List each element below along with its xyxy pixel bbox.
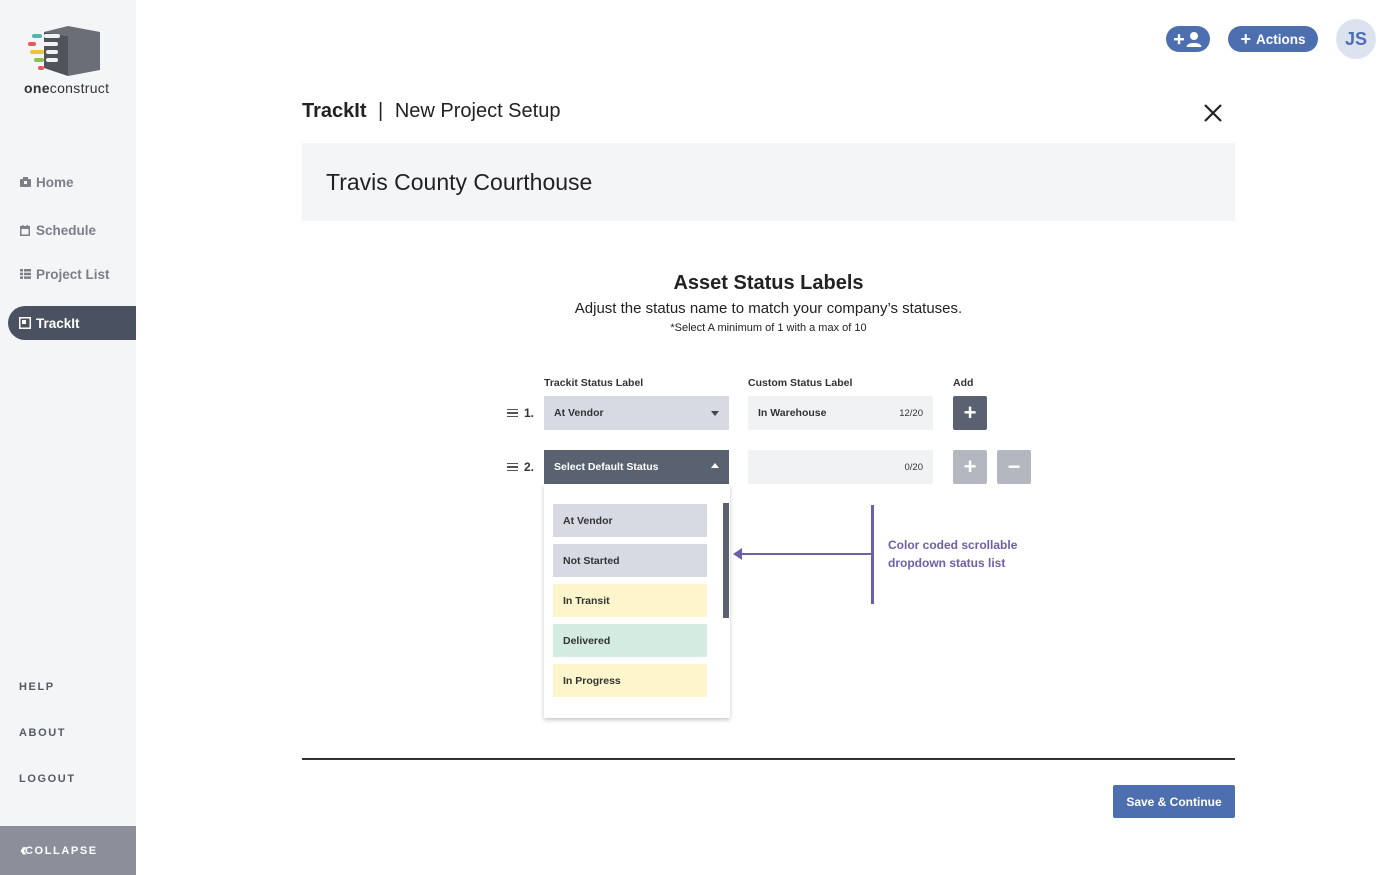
project-banner: Travis County Courthouse: [302, 143, 1235, 221]
title-separator: |: [378, 100, 384, 122]
caret-up-icon: [711, 463, 719, 468]
caret-down-icon: [711, 411, 719, 416]
collapse-button[interactable]: ‹‹ COLLAPSE: [0, 826, 136, 875]
dropdown-option-in-progress[interactable]: In Progress: [553, 664, 707, 697]
app-root: oneconstruct Home Schedule Project List …: [0, 0, 1400, 875]
sidebar-item-trackit[interactable]: TrackIt: [8, 306, 136, 340]
custom-status-input-1[interactable]: In Warehouse 12/20: [748, 396, 933, 430]
row-2-drag-handle[interactable]: 2.: [507, 460, 534, 474]
row-number: 2.: [524, 460, 535, 474]
sidebar-item-label: TrackIt: [36, 315, 80, 331]
logo-text-rest: construct: [49, 80, 110, 96]
logo-text-bold: one: [24, 80, 50, 96]
custom-status-input-2[interactable]: 0/20: [748, 450, 933, 484]
annotation-line: [740, 553, 872, 555]
sidebar-item-label: Home: [36, 174, 74, 190]
close-button[interactable]: [1200, 100, 1226, 126]
dropdown-option-delivered[interactable]: Delivered: [553, 624, 707, 657]
sidebar-item-label: Project List: [36, 266, 110, 282]
logo-text: oneconstruct: [24, 80, 116, 96]
page-title: TrackIt | New Project Setup: [302, 100, 560, 123]
avatar[interactable]: JS: [1336, 19, 1376, 59]
trackit-label-header: Trackit Status Label: [544, 377, 644, 389]
add-user-button[interactable]: [1166, 26, 1210, 52]
sidebar: oneconstruct Home Schedule Project List …: [0, 0, 136, 875]
sidebar-item-label: Schedule: [36, 222, 97, 238]
app-name: TrackIt: [302, 100, 367, 122]
row-1-drag-handle[interactable]: 1.: [507, 406, 534, 420]
list-icon: [19, 268, 31, 280]
actions-label: Actions: [1256, 31, 1306, 47]
custom-label-header: Custom Status Label: [748, 377, 853, 389]
annotation-text: Color coded scrollable dropdown status l…: [888, 536, 1038, 572]
add-row-button[interactable]: +: [953, 450, 987, 484]
section-title: Asset Status Labels: [673, 272, 864, 294]
trackit-icon: [19, 317, 31, 329]
project-name: Travis County Courthouse: [326, 168, 593, 195]
add-row-button[interactable]: +: [953, 396, 987, 430]
logo-mark-icon: [28, 26, 100, 76]
sidebar-item-home[interactable]: Home: [8, 165, 136, 199]
status-dropdown-list[interactable]: At Vendor Not Started In Transit Deliver…: [544, 484, 730, 718]
annotation-line-1: Color coded scrollable: [888, 538, 1018, 552]
logout-link[interactable]: LOGOUT: [19, 773, 76, 785]
dropdown-option-in-transit[interactable]: In Transit: [553, 584, 707, 617]
remove-row-button[interactable]: −: [997, 450, 1031, 484]
drag-handle-icon: [507, 407, 518, 420]
custom-status-value: In Warehouse: [758, 407, 827, 419]
status-select-value: Select Default Status: [554, 461, 659, 473]
save-continue-button[interactable]: Save & Continue: [1113, 785, 1235, 818]
plus-icon: +: [963, 454, 977, 479]
about-link[interactable]: ABOUT: [19, 727, 66, 739]
drag-handle-icon: [507, 461, 518, 474]
plus-icon: +: [963, 400, 977, 425]
minus-icon: −: [1007, 454, 1021, 479]
actions-button[interactable]: + Actions: [1228, 26, 1318, 52]
status-select-value: At Vendor: [554, 407, 604, 419]
section-subtitle: Adjust the status name to match your com…: [574, 300, 963, 317]
help-link[interactable]: HELP: [19, 681, 55, 693]
row-number: 1.: [524, 406, 535, 420]
sidebar-item-project-list[interactable]: Project List: [8, 257, 136, 291]
plus-icon: +: [1240, 29, 1251, 49]
collapse-label: COLLAPSE: [25, 844, 98, 857]
annotation-line-2: dropdown status list: [888, 556, 1006, 570]
page-name: New Project Setup: [394, 100, 561, 122]
calendar-icon: [19, 224, 31, 236]
footer-divider: [302, 758, 1235, 760]
dropdown-scrollbar[interactable]: [723, 503, 729, 618]
sidebar-item-schedule[interactable]: Schedule: [8, 213, 136, 247]
add-header: Add: [953, 377, 974, 389]
status-select-1[interactable]: At Vendor: [544, 396, 729, 430]
dropdown-option-at-vendor[interactable]: At Vendor: [553, 504, 707, 537]
dropdown-option-not-started[interactable]: Not Started: [553, 544, 707, 577]
char-count: 0/20: [904, 461, 924, 473]
section-note: *Select A minimum of 1 with a max of 10: [670, 322, 867, 334]
status-select-2[interactable]: Select Default Status: [544, 450, 729, 484]
add-user-icon: [1174, 32, 1202, 47]
double-chevron-left-icon: ‹‹: [20, 840, 27, 860]
char-count: 12/20: [899, 407, 923, 419]
annotation-bracket: [871, 505, 874, 604]
oneconstruct-logo[interactable]: oneconstruct: [24, 24, 116, 96]
close-icon: [1204, 104, 1222, 122]
home-icon: [19, 176, 31, 188]
